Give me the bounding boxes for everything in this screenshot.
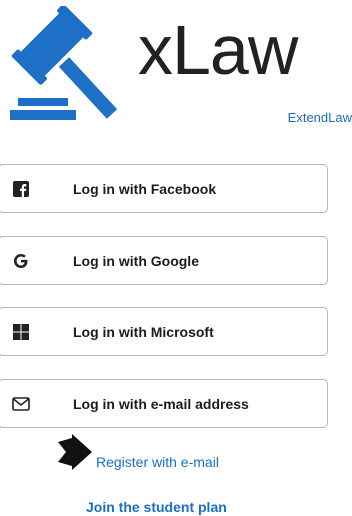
facebook-icon <box>11 179 31 199</box>
microsoft-login-label: Log in with Microsoft <box>73 323 214 340</box>
extendlaw-link[interactable]: ExtendLaw <box>288 110 352 125</box>
register-row: Register with e-mail <box>56 432 256 472</box>
microsoft-login-button[interactable]: Log in with Microsoft <box>0 307 328 356</box>
envelope-icon <box>11 394 31 414</box>
google-login-button[interactable]: Log in with Google <box>0 236 328 285</box>
register-with-email-link[interactable]: Register with e-mail <box>96 454 219 470</box>
login-page: xLaw ExtendLaw Log in with Facebook Log … <box>0 0 352 516</box>
pointer-arrow-icon <box>58 434 92 470</box>
email-login-button[interactable]: Log in with e-mail address <box>0 379 328 428</box>
brand-title: xLaw <box>138 11 298 89</box>
facebook-login-label: Log in with Facebook <box>73 180 217 197</box>
facebook-login-button[interactable]: Log in with Facebook <box>0 164 328 213</box>
gavel-logo-icon <box>10 6 118 120</box>
join-student-plan-link[interactable]: Join the student plan <box>86 499 227 515</box>
google-login-label: Log in with Google <box>73 252 199 269</box>
microsoft-icon <box>11 322 31 342</box>
email-login-label: Log in with e-mail address <box>73 395 249 412</box>
google-icon <box>11 251 31 271</box>
